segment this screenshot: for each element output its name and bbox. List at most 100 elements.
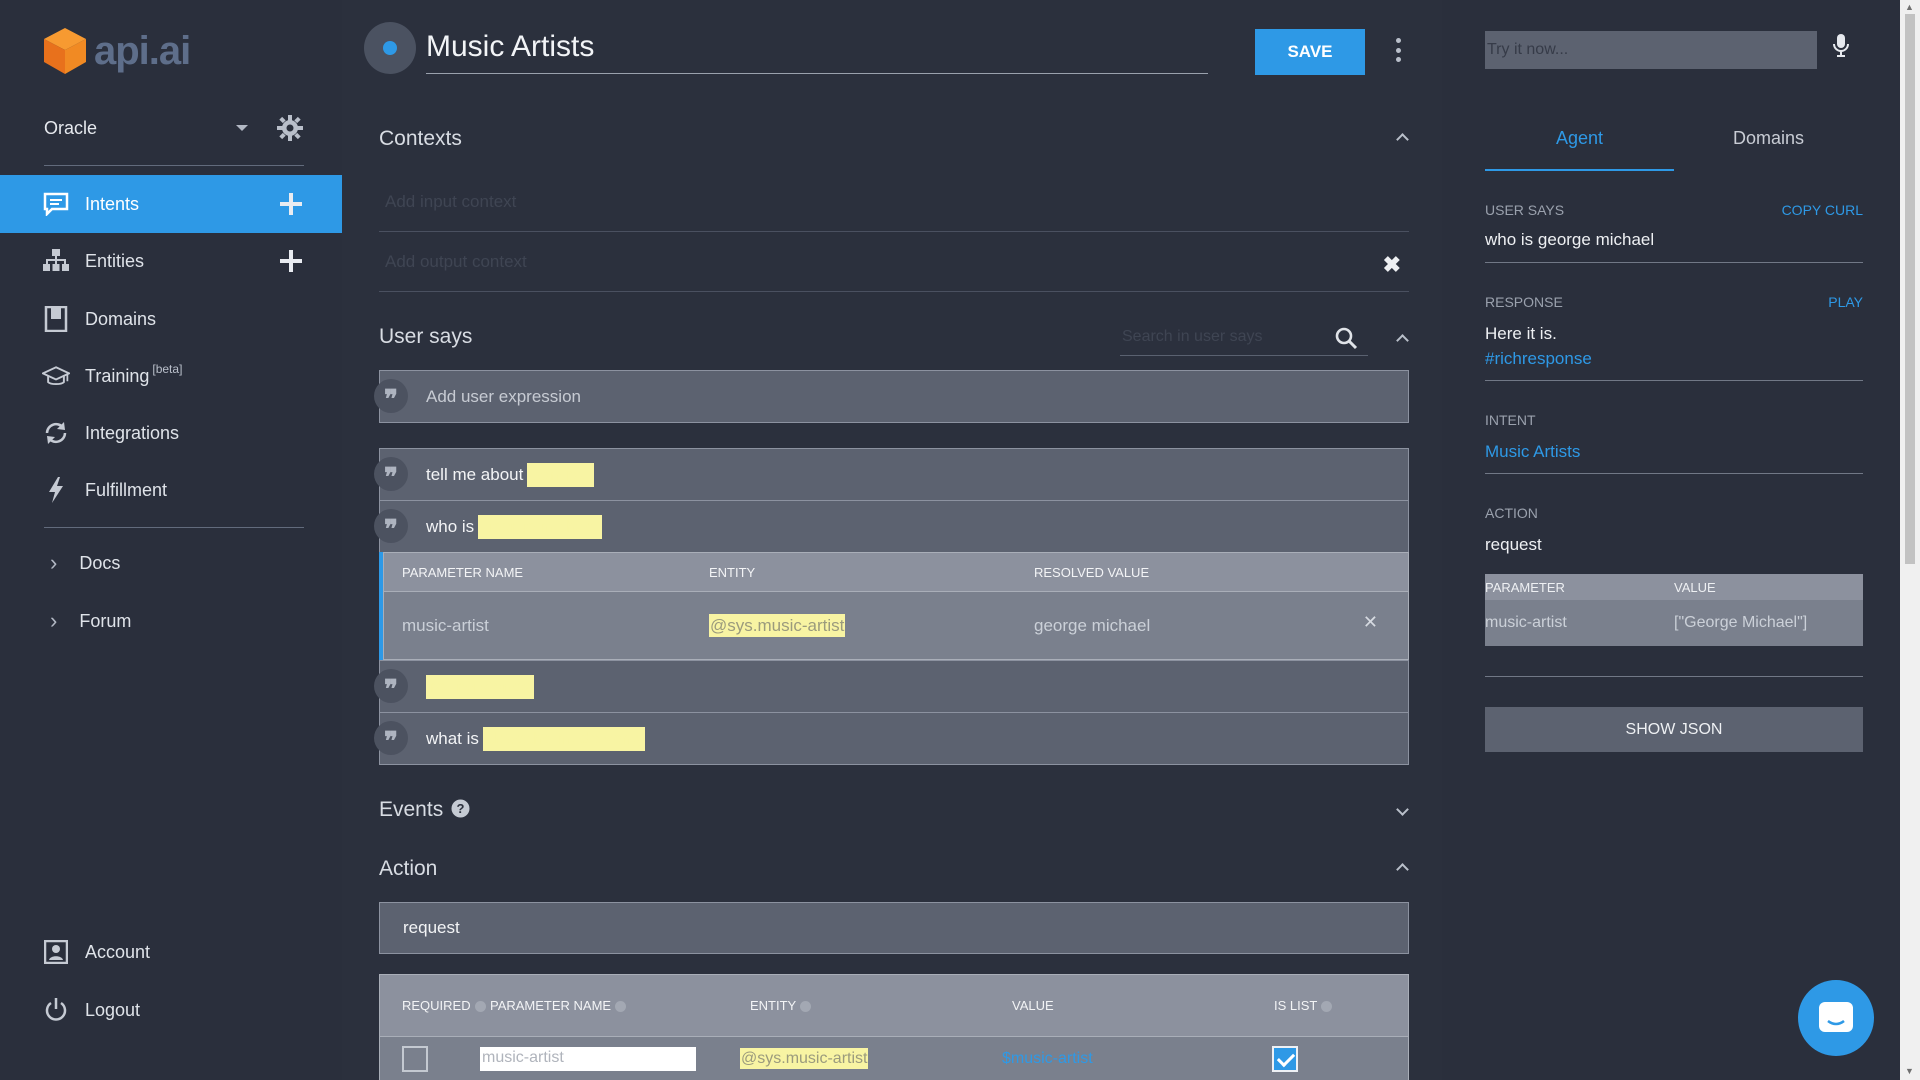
status-indicator: [383, 41, 397, 55]
copy-curl-link[interactable]: COPY CURL: [1782, 202, 1863, 218]
sidebar-item-fulfillment[interactable]: Fulfillment: [0, 461, 342, 519]
parameter-name[interactable]: music-artist: [384, 616, 709, 636]
events-title[interactable]: Events ?: [379, 798, 470, 822]
column-header: RESOLVED VALUE: [1034, 564, 1150, 580]
try-it-now-input[interactable]: Try it now...: [1485, 31, 1817, 69]
response-label: RESPONSE: [1485, 294, 1563, 310]
beta-badge: [beta]: [152, 362, 183, 376]
logo[interactable]: api.ai: [44, 26, 191, 76]
user-says-search[interactable]: Search in user says: [1120, 322, 1368, 356]
sidebar: api.ai Oracle Intents Entities Domains T…: [0, 0, 342, 1080]
intent-name-input[interactable]: Music Artists: [426, 26, 1208, 74]
close-icon[interactable]: ✖: [1383, 252, 1401, 278]
action-title[interactable]: Action: [379, 857, 437, 881]
sidebar-item-label: Fulfillment: [85, 479, 168, 500]
entity-cell[interactable]: @sys.music-artist: [740, 1047, 1002, 1069]
divider: [1485, 473, 1863, 474]
chevron-up-icon[interactable]: [1395, 333, 1411, 345]
quote-icon: ❞: [374, 509, 408, 543]
microphone-icon[interactable]: [1832, 33, 1850, 64]
table-header: PARAMETER VALUE: [1485, 574, 1863, 600]
table-header: PARAMETER NAME ENTITY RESOLVED VALUE: [383, 552, 1409, 592]
power-icon: [42, 996, 70, 1024]
entity-highlight[interactable]: george michael: [478, 514, 603, 539]
parameter-name: music-artist: [1485, 614, 1567, 631]
sidebar-item-logout[interactable]: Logout: [0, 981, 342, 1039]
action-name-input[interactable]: request: [379, 902, 1409, 954]
sidebar-item-domains[interactable]: Domains: [0, 290, 342, 348]
output-context-field[interactable]: Add output context ✖: [379, 234, 1409, 292]
account-icon: [42, 938, 70, 966]
more-options-icon[interactable]: [1394, 38, 1402, 62]
tab-agent[interactable]: Agent: [1485, 118, 1674, 171]
chevron-down-icon[interactable]: [1395, 806, 1411, 818]
user-expression[interactable]: ❞ who is george michael: [374, 500, 1409, 553]
scrollbar[interactable]: ▲ ▼: [1900, 0, 1920, 1080]
entity-highlight[interactable]: bon jovi: [527, 462, 594, 487]
user-expression[interactable]: ❞ what is depeche mode song: [374, 712, 1409, 765]
intent-status-dot[interactable]: [364, 22, 416, 74]
sidebar-link-forum[interactable]: › Forum: [0, 592, 342, 650]
entity-highlight[interactable]: rolling stones: [426, 674, 535, 699]
table-header: REQUIRED PARAMETER NAME ENTITY VALUE IS …: [379, 974, 1409, 1037]
scroll-up-icon[interactable]: ▲: [1905, 2, 1914, 12]
lightning-icon: [42, 476, 70, 504]
sidebar-item-label: Integrations: [85, 422, 180, 443]
sidebar-item-training[interactable]: Training [beta]: [0, 347, 342, 405]
sidebar-item-label: Intents: [85, 193, 140, 214]
sidebar-item-entities[interactable]: Entities: [0, 232, 342, 290]
entity-cell[interactable]: @sys.music-artist: [709, 613, 1034, 637]
parameter-value[interactable]: $music-artist: [1002, 1050, 1264, 1068]
console-tabs: Agent Domains: [1485, 118, 1863, 171]
user-expression[interactable]: ❞ rolling stones: [374, 660, 1409, 713]
book-icon: [42, 305, 70, 333]
quote-icon: ❞: [374, 457, 408, 491]
save-button[interactable]: SAVE: [1255, 29, 1365, 75]
sidebar-item-account[interactable]: Account: [0, 923, 342, 981]
logo-text: api.ai: [94, 28, 191, 73]
sidebar-link-docs[interactable]: › Docs: [0, 534, 342, 592]
parameter-name-input[interactable]: music-artist: [480, 1046, 696, 1071]
chat-bubble-icon: [42, 190, 70, 218]
scrollbar-thumb[interactable]: [1905, 14, 1915, 564]
scroll-down-icon[interactable]: ▼: [1905, 1066, 1914, 1076]
entity-value: @sys.music-artist: [740, 1047, 869, 1069]
add-intent-icon[interactable]: [278, 191, 304, 217]
divider: [1485, 262, 1863, 263]
search-icon[interactable]: [1334, 326, 1358, 355]
divider: [44, 165, 304, 166]
parameter-value: ["George Michael"]: [1674, 614, 1808, 631]
rich-response-link[interactable]: #richresponse: [1485, 349, 1592, 369]
sidebar-item-intents[interactable]: Intents: [0, 175, 342, 233]
add-user-expression-input[interactable]: ❞ Add user expression: [374, 370, 1409, 423]
entity-value: @sys.music-artist: [709, 613, 846, 637]
gear-icon[interactable]: [276, 114, 304, 142]
help-icon[interactable]: ?: [451, 799, 470, 818]
column-header: ENTITY: [750, 998, 1012, 1013]
intent-link[interactable]: Music Artists: [1485, 442, 1580, 462]
caret-down-icon[interactable]: [236, 125, 248, 131]
help-icon: [474, 1001, 486, 1013]
input-context-field[interactable]: Add input context: [379, 174, 1409, 232]
chevron-up-icon[interactable]: [1395, 862, 1411, 874]
required-checkbox[interactable]: [402, 1045, 428, 1072]
contexts-title[interactable]: Contexts: [379, 127, 462, 151]
add-entity-icon[interactable]: [278, 248, 304, 274]
column-header: IS LIST: [1274, 998, 1333, 1013]
is-list-checkbox[interactable]: [1272, 1045, 1298, 1072]
action-value: request: [1485, 535, 1542, 554]
show-json-button[interactable]: SHOW JSON: [1485, 707, 1863, 752]
play-link[interactable]: PLAY: [1828, 294, 1863, 310]
chevron-up-icon[interactable]: [1395, 132, 1411, 144]
tab-domains[interactable]: Domains: [1674, 118, 1863, 171]
chat-support-button[interactable]: [1798, 980, 1874, 1056]
sidebar-item-label: Training: [85, 365, 150, 386]
user-says-title[interactable]: User says: [379, 325, 472, 349]
entity-highlight[interactable]: depeche mode song: [482, 726, 645, 751]
user-expression[interactable]: ❞ tell me about bon jovi: [374, 448, 1409, 501]
resolved-value: george michael: [1034, 615, 1151, 635]
remove-icon[interactable]: ✕: [1363, 612, 1378, 633]
parameter-result-table: PARAMETER VALUE music-artist ["George Mi…: [1485, 574, 1863, 646]
sidebar-item-integrations[interactable]: Integrations: [0, 404, 342, 462]
agent-selector[interactable]: Oracle: [44, 108, 304, 148]
